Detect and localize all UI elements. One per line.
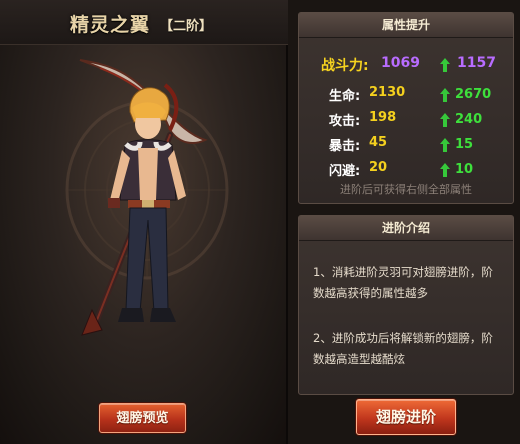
power-row: 战斗力: 1069 1157: [299, 55, 513, 75]
stat-next: 240: [455, 112, 483, 127]
stat-current: 198: [369, 110, 397, 125]
stat-label: 生命:: [329, 89, 361, 104]
preview-title-bar: 精灵之翼 【二阶】: [0, 0, 288, 45]
intro-line: 1、消耗进阶灵羽可对翅膀进阶，阶: [313, 265, 493, 279]
stat-label: 攻击:: [329, 114, 361, 129]
stat-current: 45: [369, 135, 388, 150]
stat-label: 闪避:: [329, 164, 361, 179]
power-label: 战斗力:: [321, 58, 369, 74]
stat-current: 20: [369, 160, 388, 175]
wing-preview-panel: 精灵之翼 【二阶】 翅膀预览: [0, 0, 288, 444]
intro-item-1: 1、消耗进阶灵羽可对翅膀进阶，阶 数越高获得的属性越多: [313, 262, 505, 304]
upgrade-arrow-icon: [440, 163, 450, 177]
stat-row: 攻击: 198 240: [299, 110, 513, 130]
intro-item-2: 2、进阶成功后将解锁新的翅膀，阶 数越高造型越酷炫: [313, 328, 505, 370]
advance-hint: 进阶后可获得右侧全部属性: [340, 183, 472, 196]
attribute-panel: 属性提升 战斗力: 1069 1157 生命: 2130 2670 攻击: 19…: [298, 12, 514, 204]
intro-line: 数越高获得的属性越多: [313, 286, 428, 300]
intro-panel-header: 进阶介绍: [299, 216, 513, 241]
stat-next: 15: [455, 137, 474, 152]
intro-line: 数越高造型越酷炫: [313, 352, 405, 366]
stat-label: 暴击:: [329, 139, 361, 154]
wing-rank: 【二阶】: [160, 19, 213, 34]
upgrade-arrow-icon: [440, 58, 450, 72]
stat-row: 生命: 2130 2670: [299, 85, 513, 105]
upgrade-arrow-icon: [440, 113, 450, 127]
wing-preview-button[interactable]: 翅膀预览: [99, 403, 186, 433]
stat-current: 2130: [369, 85, 406, 100]
intro-panel: 进阶介绍 1、消耗进阶灵羽可对翅膀进阶，阶 数越高获得的属性越多 2、进阶成功后…: [298, 215, 514, 395]
wing-advance-button[interactable]: 翅膀进阶: [356, 399, 456, 435]
character-with-scythe: [79, 59, 208, 336]
stat-row: 闪避: 20 10: [299, 160, 513, 180]
upgrade-arrow-icon: [440, 88, 450, 102]
attribute-panel-header: 属性提升: [299, 13, 513, 38]
wing-name: 精灵之翼: [70, 14, 151, 36]
stat-next: 2670: [455, 87, 492, 102]
power-current: 1069: [381, 55, 420, 71]
stat-next: 10: [455, 162, 474, 177]
stat-row: 暴击: 45 15: [299, 135, 513, 155]
upgrade-arrow-icon: [440, 138, 450, 152]
intro-line: 2、进阶成功后将解锁新的翅膀，阶: [313, 331, 493, 345]
power-next: 1157: [457, 55, 496, 71]
